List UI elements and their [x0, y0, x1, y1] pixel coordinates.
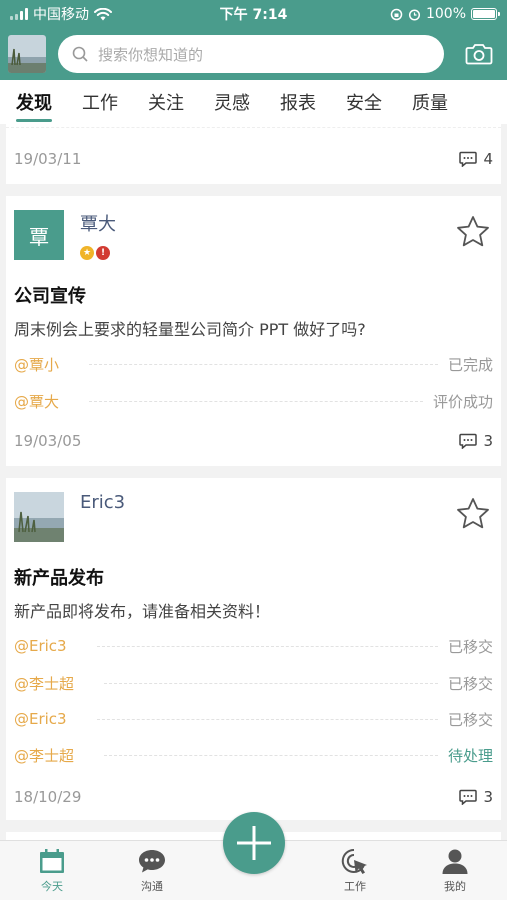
author-name[interactable]: Eric3 [80, 492, 125, 513]
comment-icon [459, 433, 478, 449]
comment-count[interactable]: 3 [459, 432, 493, 450]
signal-icon [10, 8, 28, 20]
assignment-row: @李士超 待处理 [14, 743, 493, 767]
alert-icon: ! [96, 246, 110, 260]
orientation-lock-icon [390, 8, 403, 20]
post-body: 新产品即将发布，请准备相关资料！ [14, 602, 271, 621]
post-date: 18/10/29 [14, 788, 82, 806]
favorite-button[interactable] [455, 214, 491, 250]
camera-button[interactable] [464, 39, 494, 69]
post-card[interactable]: Eric3 新产品发布 新产品即将发布，请准备相关资料！ @Eric3 已移交 … [6, 478, 501, 820]
author-name[interactable]: 覃大 [80, 210, 116, 236]
assignee-mention[interactable]: @Eric3 [14, 637, 67, 655]
assignment-status: 已移交 [447, 637, 493, 656]
author-avatar[interactable] [14, 492, 64, 542]
star-icon [457, 498, 489, 529]
nav-today[interactable]: 今天 [22, 847, 82, 894]
alarm-icon [408, 8, 421, 21]
assignment-row: @覃大 评价成功 [14, 389, 493, 413]
comment-count[interactable]: 3 [459, 788, 493, 806]
app-header: 中国移动 下午 7:14 100% 搜索你想知道的 [0, 0, 507, 80]
post-title: 公司宣传 [14, 286, 86, 307]
nav-me[interactable]: 我的 [425, 847, 485, 894]
tab-inspiration[interactable]: 灵感 [214, 80, 250, 124]
favorite-button[interactable] [455, 496, 491, 532]
battery-percent: 100% [425, 6, 466, 22]
assignment-status: 待处理 [447, 746, 493, 765]
carrier-name: 中国移动 [33, 7, 89, 23]
post-feed[interactable]: 19/03/11 4 覃 覃大 ★ ! 公司宣传 周末例会上要求的轻量型公司简介… [0, 124, 507, 840]
assignment-status: 已完成 [447, 355, 493, 374]
camera-icon [465, 44, 493, 65]
assignment-row: @李士超 已移交 [14, 671, 493, 695]
comment-count-value: 3 [483, 788, 493, 806]
assignment-status: 已移交 [447, 674, 493, 693]
assignment-row: @Eric3 已移交 [14, 634, 493, 658]
assignee-mention[interactable]: @李士超 [14, 745, 74, 766]
nav-label: 沟通 [141, 880, 163, 893]
nav-work[interactable]: 工作 [325, 847, 385, 894]
comment-count-value: 4 [483, 150, 493, 168]
search-input[interactable]: 搜索你想知道的 [58, 35, 444, 73]
battery-icon [471, 8, 500, 20]
author-badges: ★ ! [80, 246, 110, 260]
comment-icon [459, 151, 478, 167]
cursor-click-icon [341, 848, 367, 874]
status-bar: 中国移动 下午 7:14 100% [0, 0, 507, 28]
nav-label: 我的 [444, 880, 466, 893]
comment-count[interactable]: 4 [459, 150, 493, 168]
medal-icon: ★ [80, 246, 94, 260]
chat-icon [139, 850, 165, 873]
assignment-row: @覃小 已完成 [14, 352, 493, 376]
tab-follow[interactable]: 关注 [148, 80, 184, 124]
post-body: 周末例会上要求的轻量型公司简介 PPT 做好了吗? [14, 320, 366, 339]
post-card[interactable]: 覃 覃大 ★ ! 公司宣传 周末例会上要求的轻量型公司简介 PPT 做好了吗? … [6, 196, 501, 466]
calendar-icon [40, 849, 64, 873]
assignee-mention[interactable]: @Eric3 [14, 710, 67, 728]
search-icon [72, 46, 88, 62]
assignment-status: 评价成功 [432, 392, 493, 411]
assignment-status: 已移交 [447, 710, 493, 729]
tab-work[interactable]: 工作 [82, 80, 118, 124]
tab-reports[interactable]: 报表 [280, 80, 316, 124]
assignee-mention[interactable]: @覃小 [14, 354, 59, 375]
assignee-mention[interactable]: @李士超 [14, 673, 74, 694]
search-placeholder: 搜索你想知道的 [98, 45, 204, 64]
tab-safety[interactable]: 安全 [346, 80, 382, 124]
category-tabs: 发现 工作 关注 灵感 报表 安全 质量 [0, 80, 507, 124]
comment-icon [459, 789, 478, 805]
assignee-mention[interactable]: @覃大 [14, 391, 59, 412]
battery-level [473, 10, 495, 18]
author-avatar[interactable]: 覃 [14, 210, 64, 260]
post-date: 19/03/05 [14, 432, 82, 450]
assignment-row: @Eric3 已移交 [14, 707, 493, 731]
post-card-partial[interactable]: 19/03/11 4 [6, 124, 501, 184]
create-post-button[interactable] [223, 812, 285, 874]
post-title: 新产品发布 [14, 568, 104, 589]
star-icon [457, 216, 489, 247]
user-avatar[interactable] [8, 35, 46, 73]
post-date: 19/03/11 [14, 150, 82, 168]
wifi-icon [94, 7, 112, 20]
nav-label: 工作 [344, 880, 366, 893]
nav-chat[interactable]: 沟通 [122, 847, 182, 894]
tab-discover[interactable]: 发现 [16, 80, 52, 124]
tab-quality[interactable]: 质量 [412, 80, 448, 124]
plus-icon [237, 826, 271, 860]
comment-count-value: 3 [483, 432, 493, 450]
user-icon [442, 849, 468, 874]
nav-label: 今天 [41, 880, 63, 893]
